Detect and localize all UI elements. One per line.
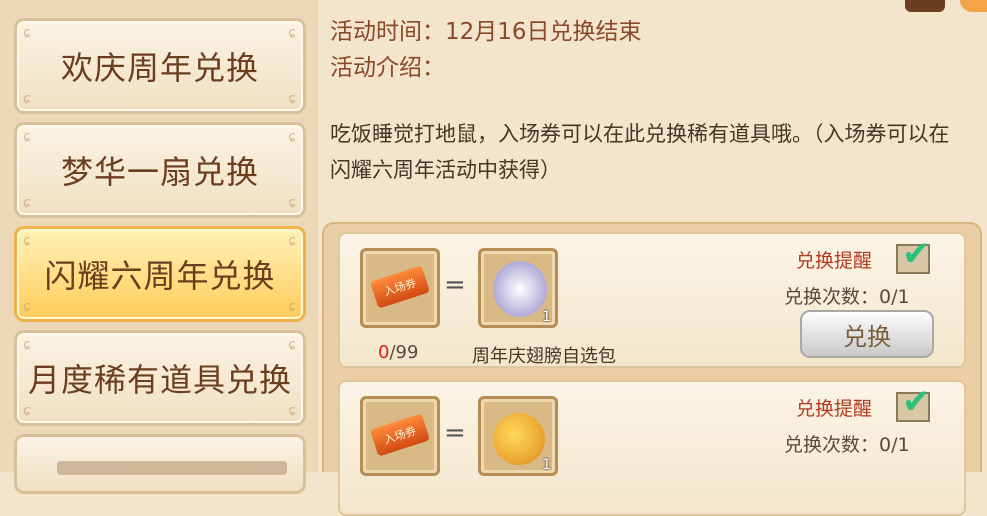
exchange-category-sidebar: ɕ ɕ ɕ ɕ 欢庆周年兑换 ɕ ɕ ɕ ɕ 梦华一扇兑换 ɕ ɕ ɕ ɕ 闪耀… [0,0,318,494]
reward-item-slot[interactable]: 1 [478,396,558,476]
cut-off-tab-label [57,461,287,475]
check-icon: ✔ [902,234,931,274]
corner-ornament-icon: ɕ [23,195,32,211]
tab-label: 梦华一扇兑换 [60,153,259,191]
wings-icon [493,261,547,317]
exchange-button[interactable]: 兑换 [800,310,934,358]
tab-partially-visible[interactable] [14,434,306,494]
tab-label: 月度稀有道具兑换 [27,361,292,399]
exchange-list[interactable]: 入场券 = 1 0/99 周年庆翅膀自选包 兑换提醒 ✔ 兑换次数：0/1 兑换… [322,222,982,516]
corner-ornament-icon: ɕ [23,403,32,419]
activity-intro-label: 活动介绍： [330,55,445,81]
equals-sign: = [444,418,466,448]
ticket-icon: 入场券 [369,413,431,457]
reminder-checkbox[interactable]: ✔ [896,234,931,274]
corner-ornament-icon: ɕ [288,233,297,249]
ticket-count: 0/99 [378,342,418,363]
tab-anniversary-exchange[interactable]: ɕ ɕ ɕ ɕ 欢庆周年兑换 [14,18,306,114]
corner-ornament-icon: ɕ [288,403,297,419]
activity-description: 吃饭睡觉打地鼠，入场券可以在此兑换稀有道具哦。（入场券可以在闪耀六周年活动中获得… [330,122,950,182]
corner-ornament-icon: ɕ [23,129,32,145]
activity-time: 活动时间：12月16日兑换结束 [330,19,642,45]
equals-sign: = [444,270,466,300]
corner-ornament-icon: ɕ [288,129,297,145]
tab-shining-sixth-anniversary-exchange[interactable]: ɕ ɕ ɕ ɕ 闪耀六周年兑换 [14,226,306,322]
tab-label: 欢庆周年兑换 [60,49,259,87]
corner-ornament-icon: ɕ [23,299,32,315]
tab-label: 闪耀六周年兑换 [44,257,276,295]
exchange-reminder-label: 兑换提醒 [796,398,873,420]
corner-ornament-icon: ɕ [288,25,297,41]
corner-ornament-icon: ɕ [288,337,297,353]
activity-info: 活动时间：12月16日兑换结束 活动介绍： [330,14,642,86]
corner-ornament-icon: ɕ [288,299,297,315]
reward-quantity: 1 [542,457,551,473]
cost-item-slot[interactable]: 入场券 [360,396,440,476]
money-bag-icon [493,413,545,465]
corner-ornament-icon: ɕ [23,337,32,353]
exchange-item-card: 入场券 = 1 0/99 周年庆翅膀自选包 兑换提醒 ✔ 兑换次数：0/1 兑换 [338,232,966,368]
exchange-times: 兑换次数：0/1 [784,286,910,308]
corner-ornament-icon: ɕ [23,25,32,41]
check-icon: ✔ [902,382,931,422]
exchange-item-card: 入场券 = 1 兑换提醒 ✔ 兑换次数：0/1 [338,380,966,516]
exchange-times: 兑换次数：0/1 [784,434,910,456]
tab-menghua-fan-exchange[interactable]: ɕ ɕ ɕ ɕ 梦华一扇兑换 [14,122,306,218]
required-count: /99 [389,342,419,363]
close-corner-icon[interactable] [960,0,987,12]
corner-ornament-icon: ɕ [23,233,32,249]
reward-name: 周年庆翅膀自选包 [472,346,616,367]
corner-ornament-icon: ɕ [288,195,297,211]
owned-count: 0 [378,342,390,363]
reward-item-slot[interactable]: 1 [478,248,558,328]
corner-ornament-icon: ɕ [23,91,32,107]
cost-item-slot[interactable]: 入场券 [360,248,440,328]
reminder-checkbox[interactable]: ✔ [896,382,931,422]
ticket-icon: 入场券 [369,265,431,309]
corner-ornament-icon: ɕ [288,91,297,107]
reward-quantity: 1 [542,309,551,325]
top-bar-decoration [905,0,945,12]
exchange-reminder-label: 兑换提醒 [796,250,873,272]
tab-monthly-rare-item-exchange[interactable]: ɕ ɕ ɕ ɕ 月度稀有道具兑换 [14,330,306,426]
